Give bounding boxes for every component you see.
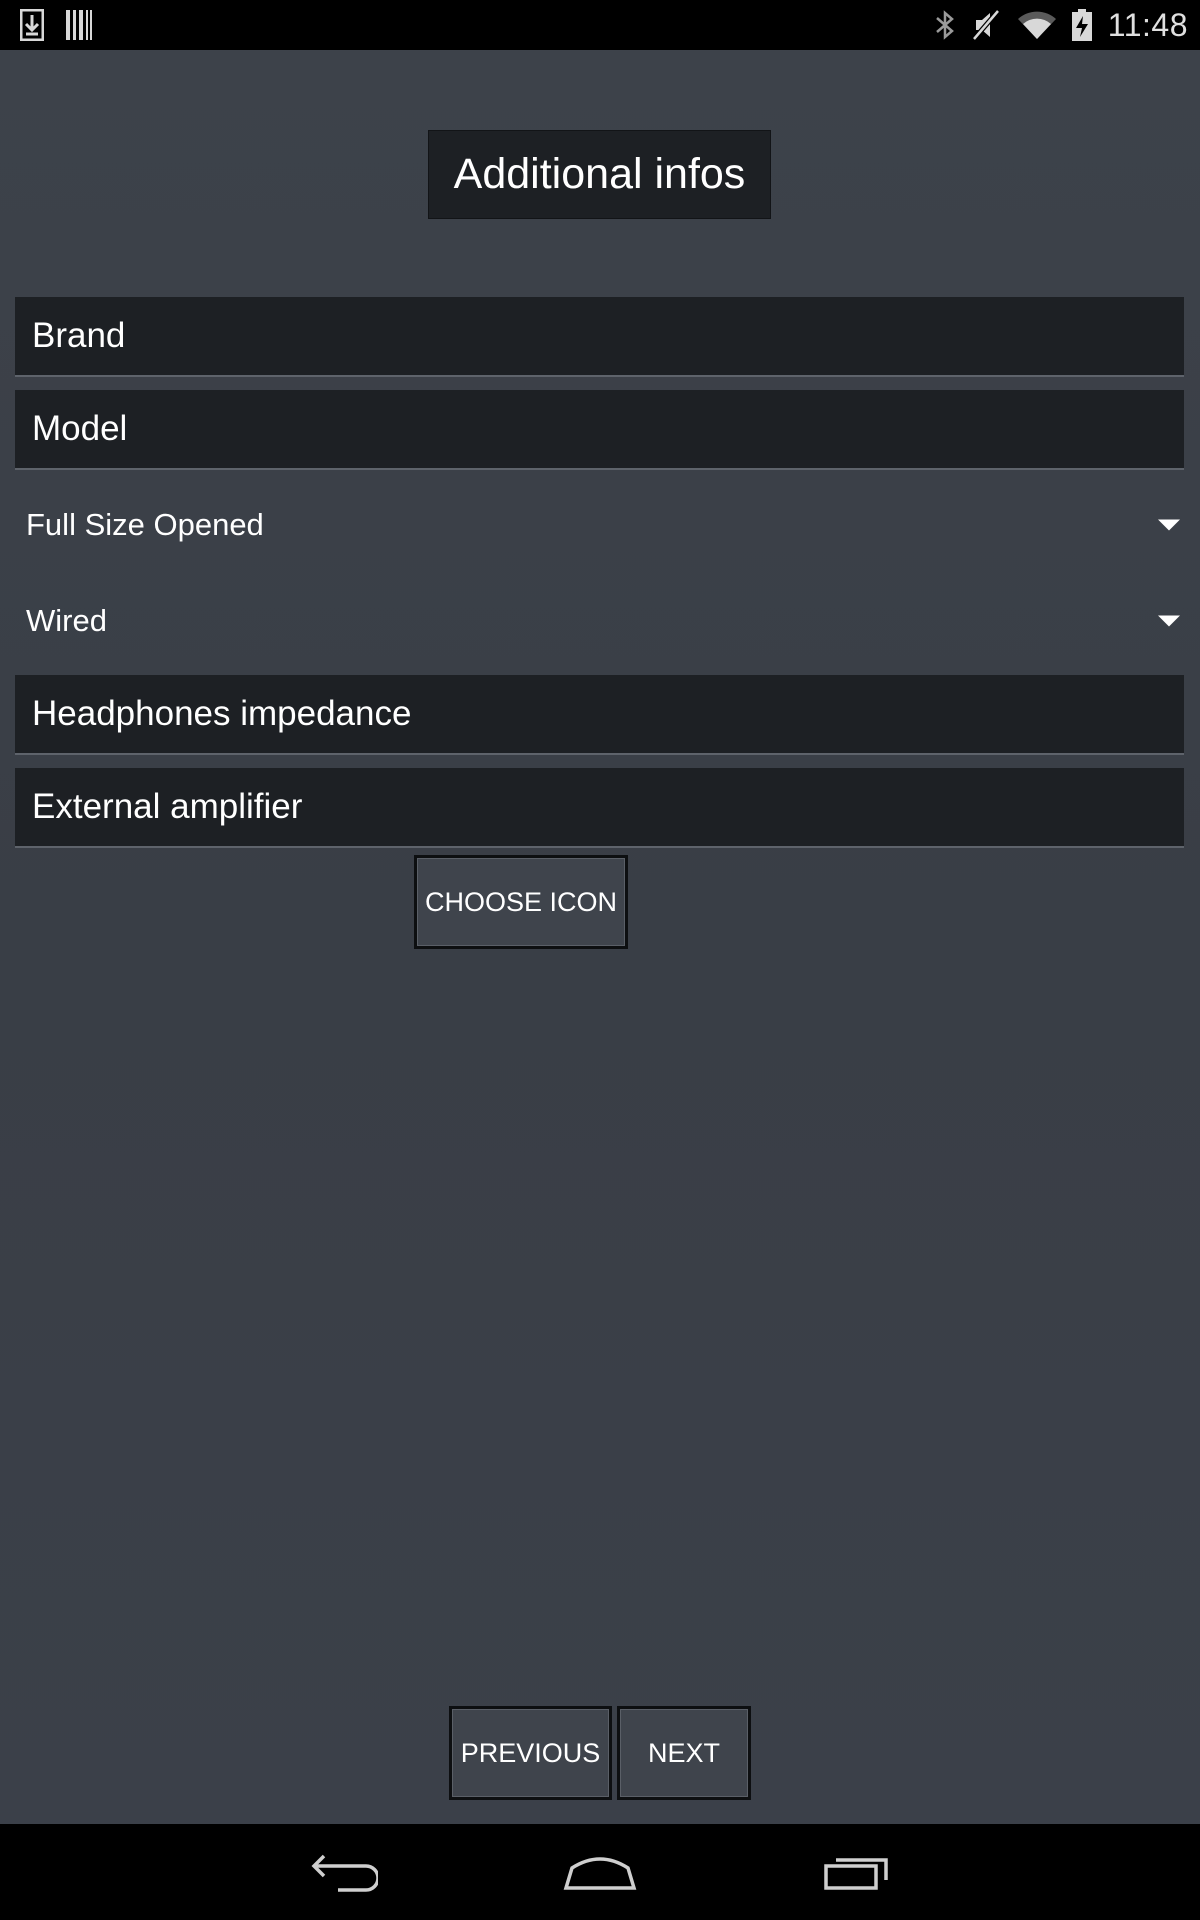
previous-button[interactable]: PREVIOUS xyxy=(449,1706,612,1800)
bluetooth-icon xyxy=(934,9,956,41)
brand-input[interactable]: Brand xyxy=(15,297,1184,377)
status-bar: 11:48 xyxy=(0,0,1200,50)
connection-type-spinner[interactable]: Wired xyxy=(15,581,1184,661)
dropdown-arrow-icon xyxy=(1158,519,1180,531)
recent-apps-icon[interactable] xyxy=(797,1842,917,1902)
size-type-spinner[interactable]: Full Size Opened xyxy=(15,485,1184,565)
home-icon[interactable] xyxy=(540,1842,660,1902)
size-type-value: Full Size Opened xyxy=(26,507,264,542)
dropdown-arrow-icon xyxy=(1158,615,1180,627)
connection-type-value: Wired xyxy=(26,603,107,638)
choose-icon-button[interactable]: CHOOSE ICON xyxy=(414,855,628,949)
model-input[interactable]: Model xyxy=(15,390,1184,470)
status-clock: 11:48 xyxy=(1107,6,1188,43)
headphones-impedance-input[interactable]: Headphones impedance xyxy=(15,675,1184,755)
download-icon xyxy=(20,9,44,41)
battery-charging-icon xyxy=(1071,9,1092,41)
back-icon[interactable] xyxy=(283,1842,403,1902)
vibrate-mute-icon xyxy=(971,9,1002,41)
navigation-bar xyxy=(0,1824,1200,1920)
status-right-icons: 11:48 xyxy=(934,6,1188,44)
page-title: Additional infos xyxy=(428,130,771,219)
next-button[interactable]: NEXT xyxy=(617,1706,751,1800)
wifi-icon xyxy=(1017,10,1056,40)
external-amplifier-input[interactable]: External amplifier xyxy=(15,768,1184,848)
status-left-icons xyxy=(20,8,92,42)
barcode-icon xyxy=(66,10,92,40)
